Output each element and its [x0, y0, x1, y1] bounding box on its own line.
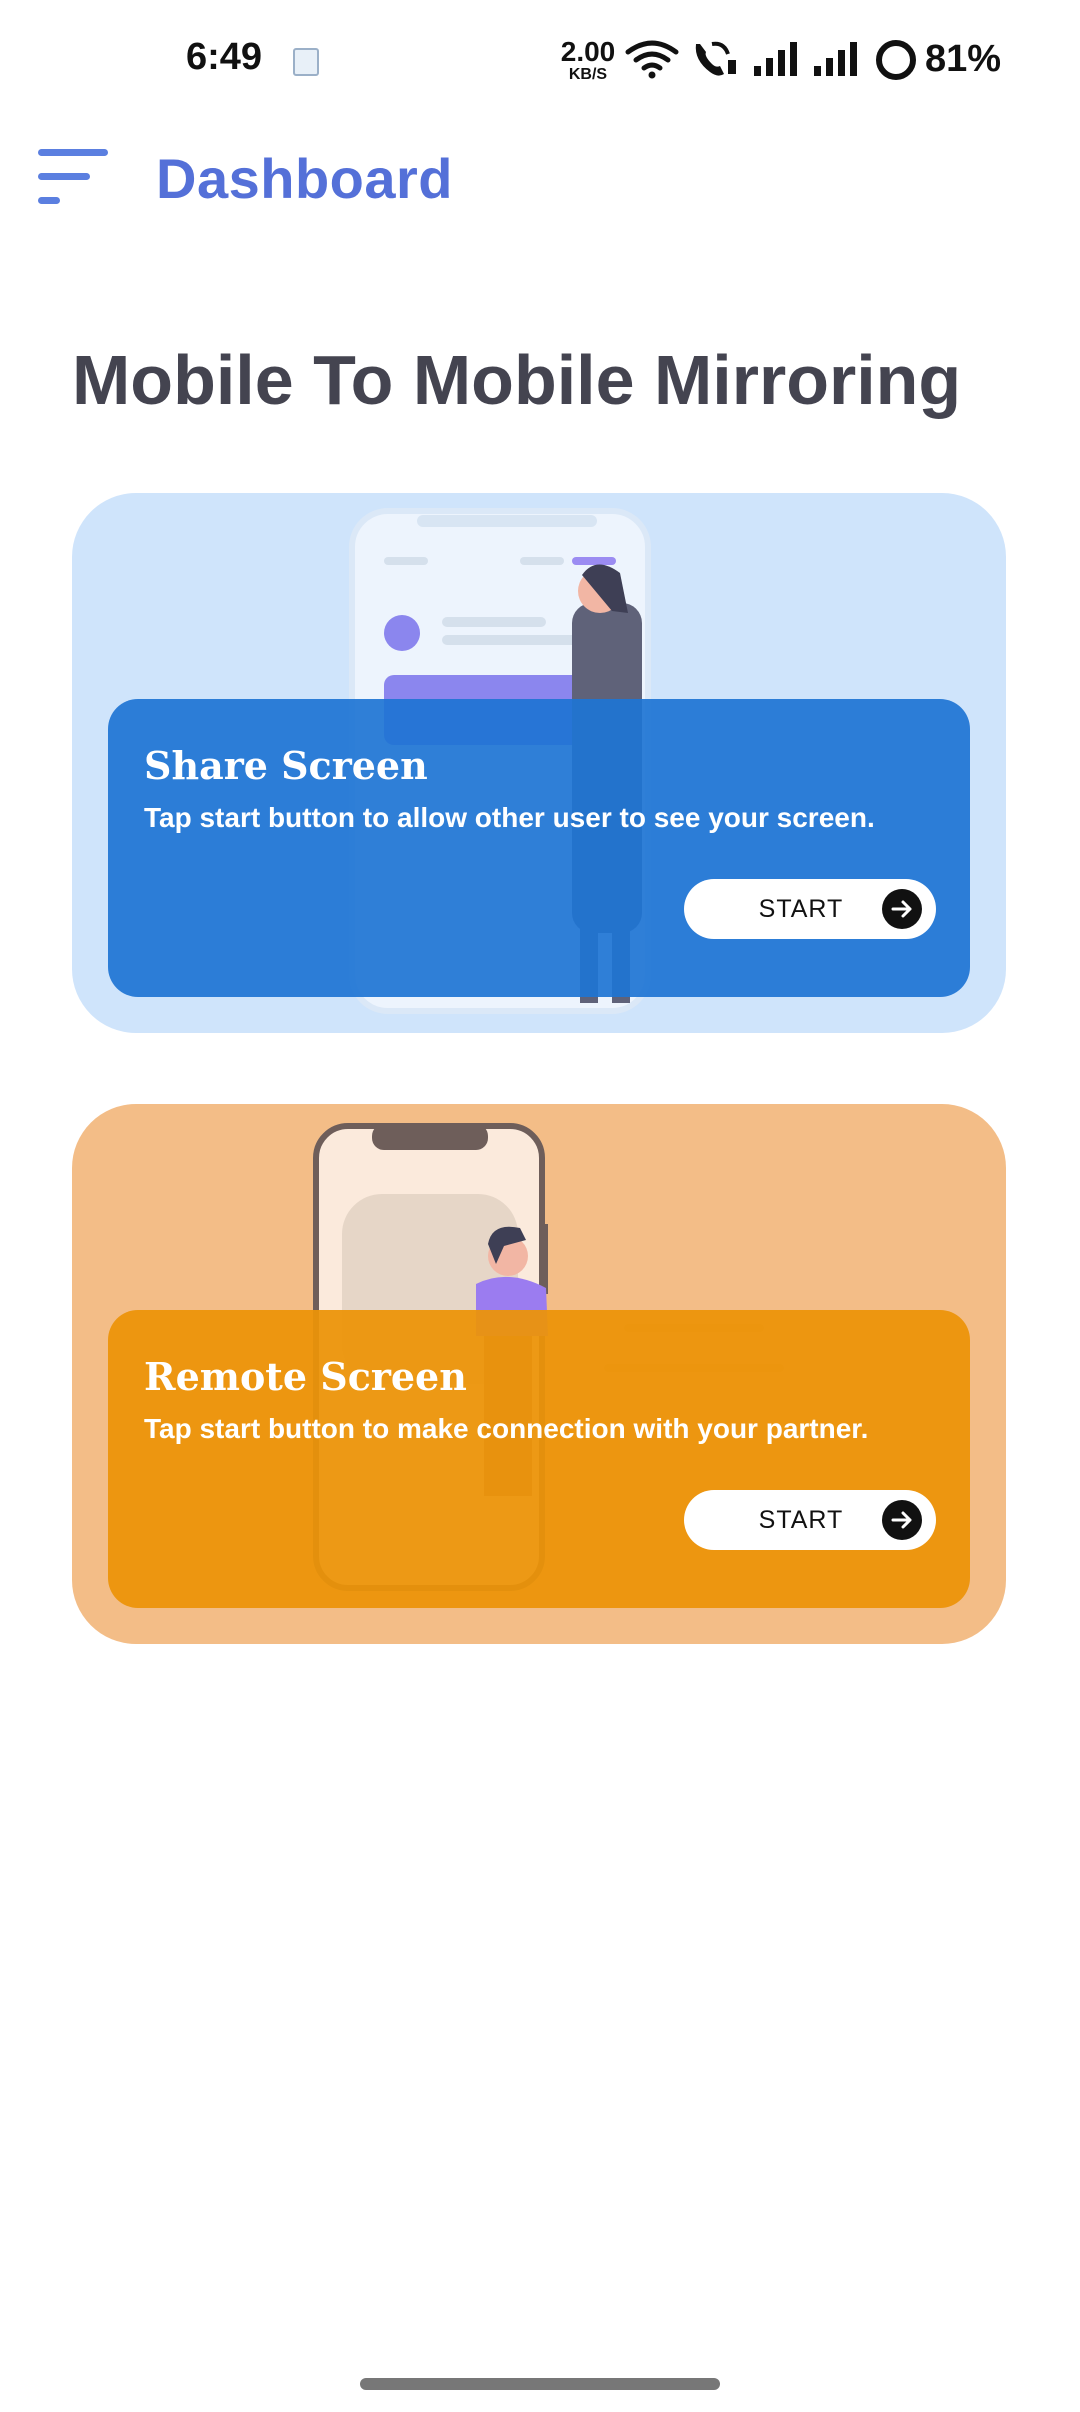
page-title: Mobile To Mobile Mirroring [72, 341, 962, 419]
status-time: 6:49 [186, 36, 263, 78]
remote-screen-start-button[interactable]: START [684, 1490, 936, 1550]
menu-icon[interactable] [38, 145, 110, 207]
network-speed: 2.00 KB/S [558, 38, 618, 83]
share-screen-card[interactable]: Share Screen Tap start button to allow o… [72, 493, 1006, 1033]
arrow-right-icon [882, 1500, 922, 1540]
home-indicator[interactable] [360, 2378, 720, 2390]
remote-screen-panel: Remote Screen Tap start button to make c… [108, 1310, 970, 1608]
network-speed-unit: KB/S [568, 66, 608, 83]
battery-percent: 81% [925, 38, 1002, 80]
remote-screen-title: Remote Screen [144, 1354, 467, 1399]
share-screen-title: Share Screen [144, 743, 428, 788]
signal-icon-sim1 [754, 42, 797, 76]
wifi-calling-icon [695, 41, 736, 76]
wifi-icon [625, 40, 679, 79]
battery-ring-icon [876, 40, 916, 80]
remote-screen-card[interactable]: Remote Screen Tap start button to make c… [72, 1104, 1006, 1644]
signal-icon-sim2 [814, 42, 857, 76]
remote-screen-description: Tap start button to make connection with… [144, 1413, 869, 1444]
share-screen-description: Tap start button to allow other user to … [144, 802, 875, 833]
network-speed-value: 2.00 [560, 36, 616, 67]
status-bar: 6:49 2.00 KB/S 81% [0, 0, 1080, 120]
arrow-right-icon [882, 889, 922, 929]
app-bar-title: Dashboard [156, 147, 453, 210]
share-screen-panel: Share Screen Tap start button to allow o… [108, 699, 970, 997]
notification-app-icon [293, 48, 319, 76]
share-screen-start-button[interactable]: START [684, 879, 936, 939]
